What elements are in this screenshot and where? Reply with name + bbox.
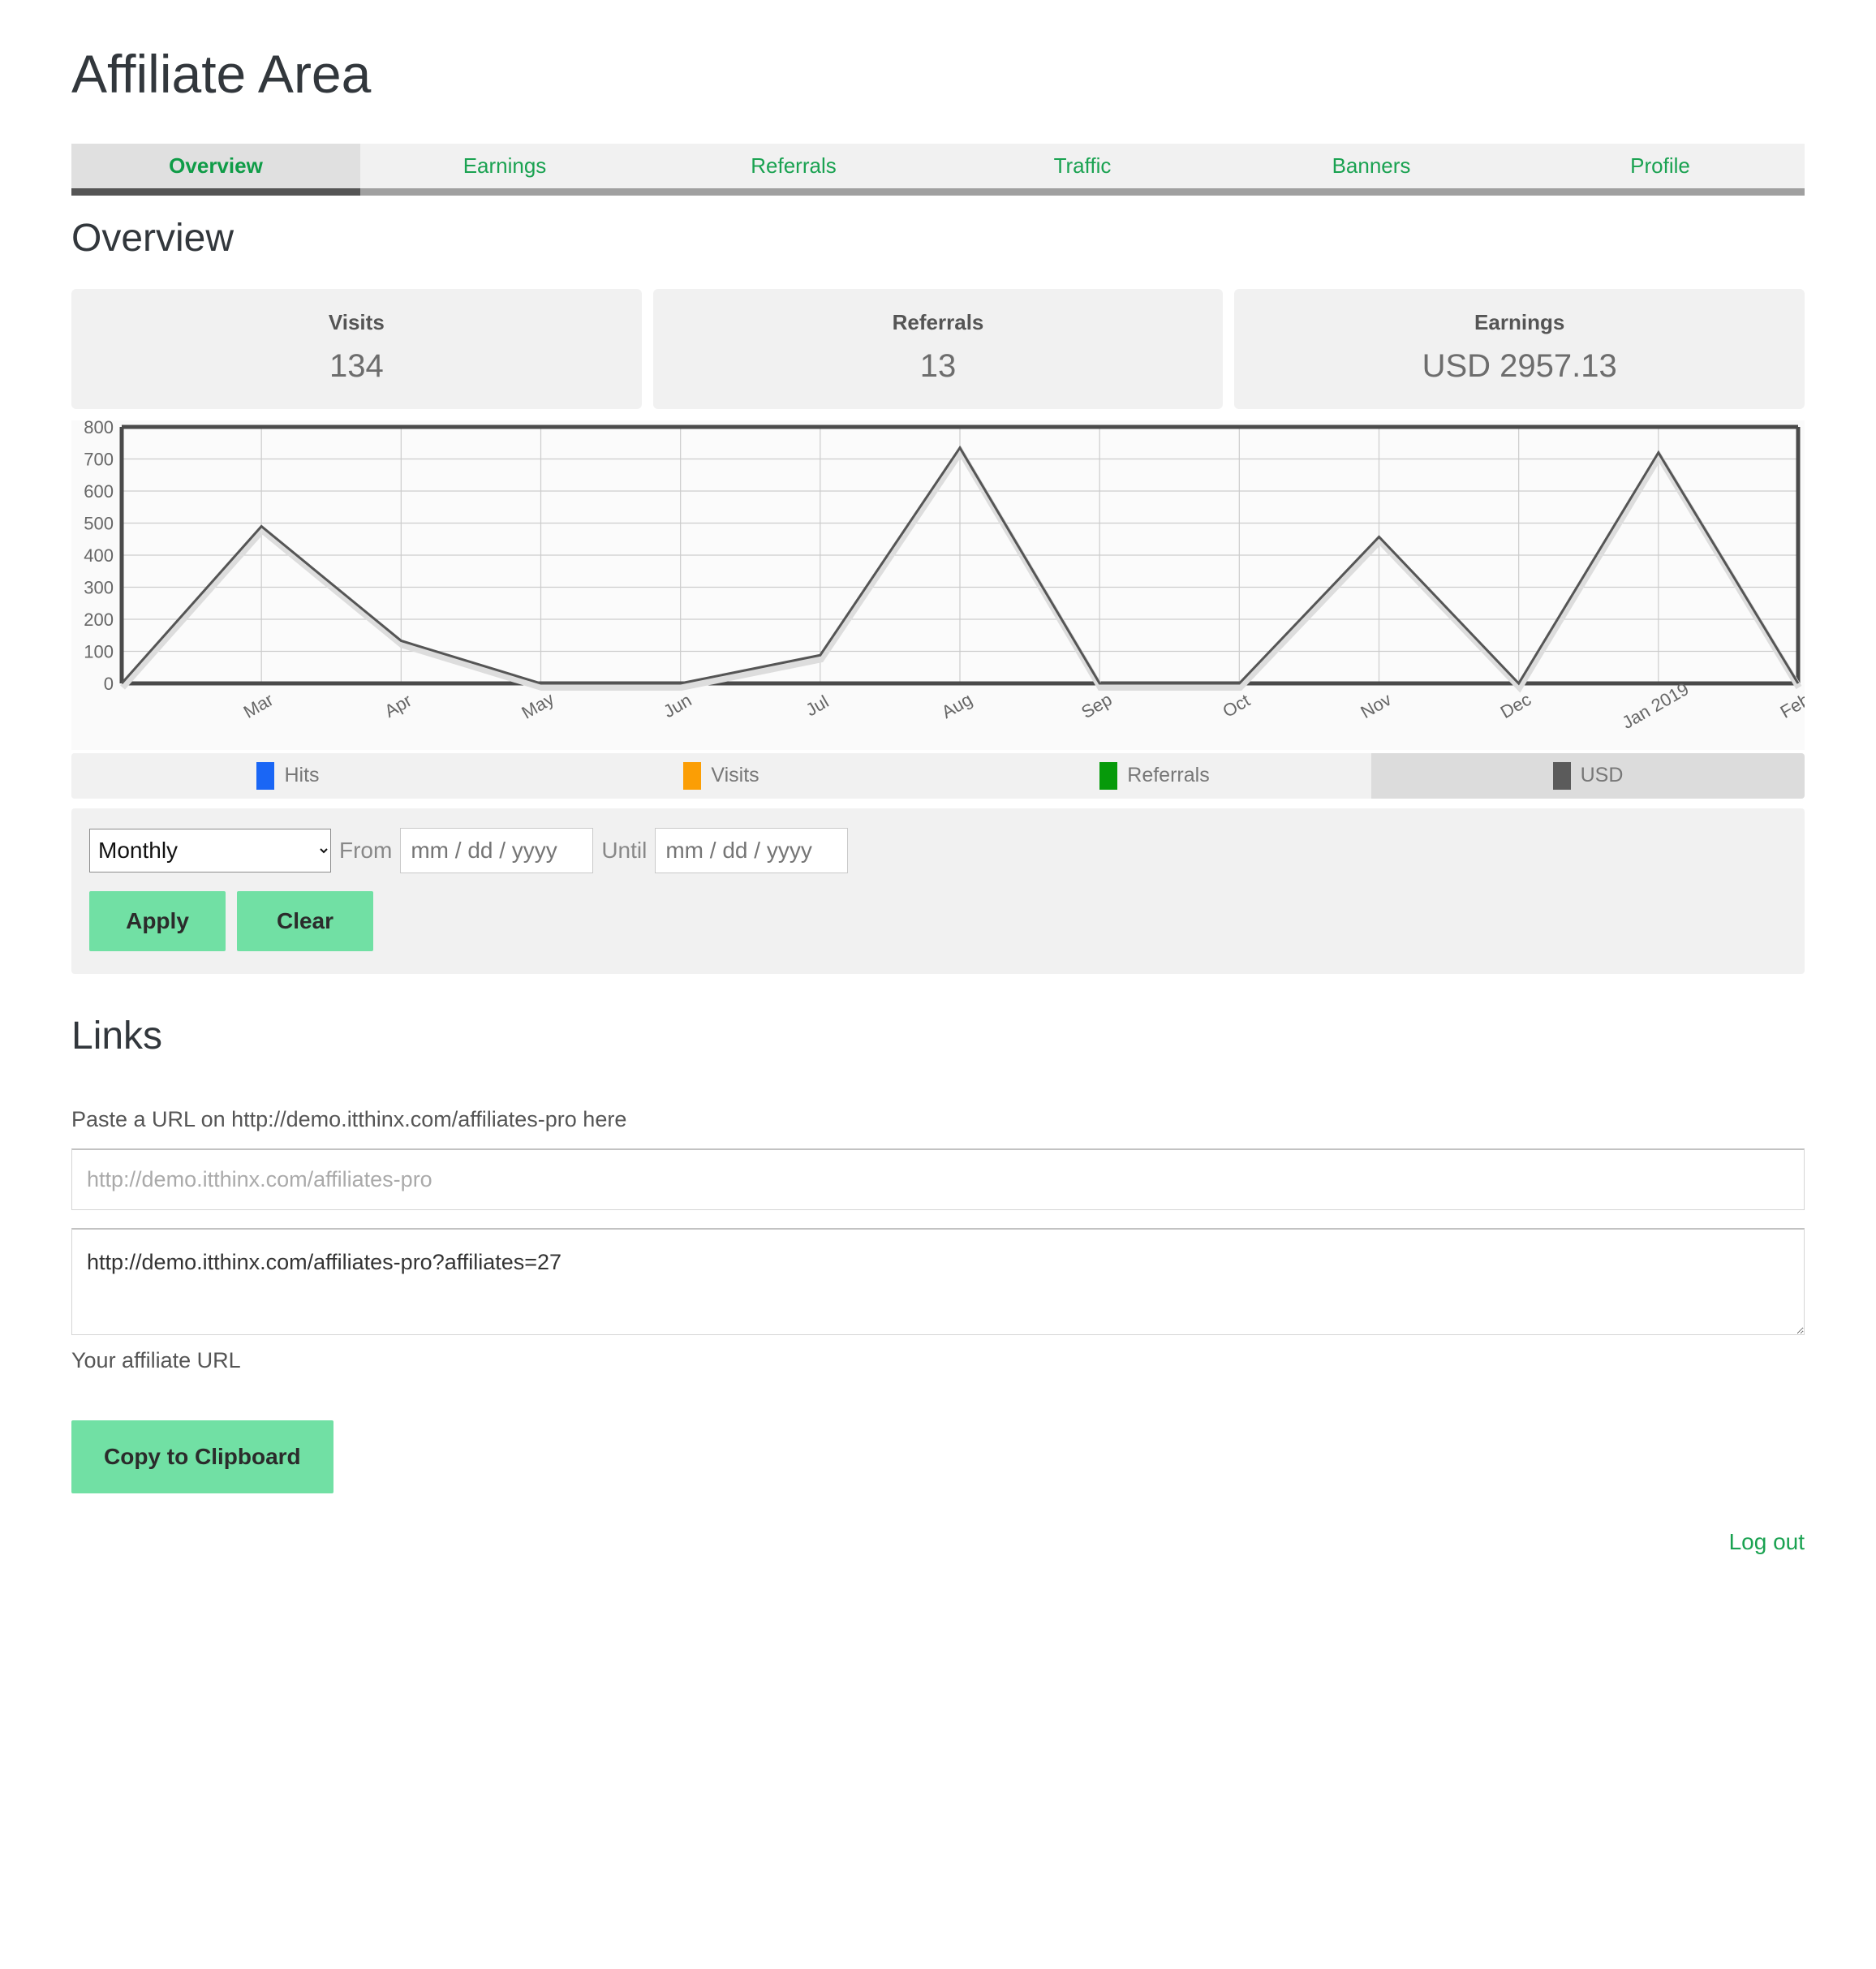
logout-link[interactable]: Log out — [1729, 1529, 1805, 1554]
legend-label: Referrals — [1127, 764, 1210, 787]
stats-line-chart: 0100200300400500600700800Mar Apr May Jun Jul… — [71, 420, 1805, 750]
paste-url-input[interactable] — [71, 1148, 1805, 1210]
referrals-color-swatch-icon — [1099, 761, 1118, 790]
stats-chart-panel: 0 100 200 300 400 500 600 700 800 Mar Apr May Jun Jul… — [71, 420, 1805, 750]
tab-label: Overview — [169, 153, 263, 179]
stat-label: Referrals — [892, 309, 984, 334]
svg-text:100: 100 — [84, 641, 114, 661]
tab-label: Banners — [1332, 153, 1411, 179]
tab-referrals[interactable]: Referrals — [649, 144, 938, 188]
affiliate-area-page: Affiliate Area Overview Earnings Referra… — [0, 0, 1876, 1588]
stat-value: 134 — [329, 347, 384, 384]
footer-row: Log out — [71, 1529, 1805, 1588]
svg-text:800: 800 — [84, 420, 114, 437]
affiliate-url-caption: Your affiliate URL — [71, 1347, 241, 1372]
svg-text:0: 0 — [104, 674, 114, 694]
clear-button[interactable]: Clear — [237, 890, 373, 951]
stat-label: Visits — [328, 309, 385, 334]
filter-buttons-row: Apply Clear — [89, 890, 1787, 951]
tab-label: Referrals — [751, 153, 837, 179]
chart-legend: Hits Visits Referrals USD — [71, 752, 1805, 799]
affiliate-url-textarea[interactable] — [71, 1227, 1805, 1335]
svg-text:700: 700 — [84, 449, 114, 469]
paste-url-help-text: Paste a URL on http://demo.itthinx.com/a… — [71, 1106, 627, 1131]
filter-controls-row: Monthly From Until — [89, 827, 1787, 873]
legend-label: USD — [1580, 764, 1624, 787]
tab-label: Profile — [1630, 153, 1690, 179]
period-select[interactable]: Monthly — [89, 828, 331, 872]
tab-traffic[interactable]: Traffic — [938, 144, 1227, 188]
legend-item-referrals[interactable]: Referrals — [938, 752, 1371, 799]
tab-profile[interactable]: Profile — [1516, 144, 1805, 188]
apply-button[interactable]: Apply — [89, 890, 226, 951]
copy-to-clipboard-button[interactable]: Copy to Clipboard — [71, 1420, 333, 1493]
until-label: Until — [601, 837, 648, 863]
copy-button-wrap: Copy to Clipboard — [71, 1420, 1805, 1493]
svg-text:600: 600 — [84, 481, 114, 502]
legend-label: Visits — [711, 764, 759, 787]
until-date-input[interactable] — [655, 827, 849, 873]
svg-text:500: 500 — [84, 513, 114, 533]
legend-item-usd[interactable]: USD — [1371, 752, 1805, 799]
legend-label: Hits — [284, 764, 320, 787]
tab-label: Earnings — [463, 153, 547, 179]
tab-banners[interactable]: Banners — [1227, 144, 1516, 188]
stat-card-referrals: Referrals 13 — [652, 288, 1224, 409]
stat-value: 13 — [919, 347, 957, 384]
from-date-input[interactable] — [400, 827, 594, 873]
stat-label: Earnings — [1474, 309, 1565, 334]
stats-row: Visits 134 Referrals 13 Earnings USD 295… — [71, 288, 1805, 409]
svg-text:300: 300 — [84, 577, 114, 597]
hits-color-swatch-icon — [256, 761, 275, 790]
tab-label: Traffic — [1053, 153, 1112, 179]
chart-filter-bar: Monthly From Until Apply Clear — [71, 808, 1805, 974]
svg-text:200: 200 — [84, 610, 114, 630]
stat-card-visits: Visits 134 — [71, 288, 642, 409]
legend-item-hits[interactable]: Hits — [71, 752, 505, 799]
page-title: Affiliate Area — [71, 44, 372, 104]
tab-overview[interactable]: Overview — [71, 144, 360, 196]
section-title-links: Links — [71, 1014, 163, 1058]
svg-text:400: 400 — [84, 545, 114, 566]
legend-item-visits[interactable]: Visits — [505, 752, 938, 799]
visits-color-swatch-icon — [683, 761, 702, 790]
usd-color-swatch-icon — [1552, 761, 1571, 790]
stat-value: USD 2957.13 — [1422, 347, 1617, 384]
from-label: From — [339, 837, 393, 863]
section-title-overview: Overview — [71, 217, 234, 261]
tab-bar: Overview Earnings Referrals Traffic Bann… — [71, 144, 1805, 196]
tab-earnings[interactable]: Earnings — [360, 144, 649, 188]
stat-card-earnings: Earnings USD 2957.13 — [1234, 288, 1805, 409]
